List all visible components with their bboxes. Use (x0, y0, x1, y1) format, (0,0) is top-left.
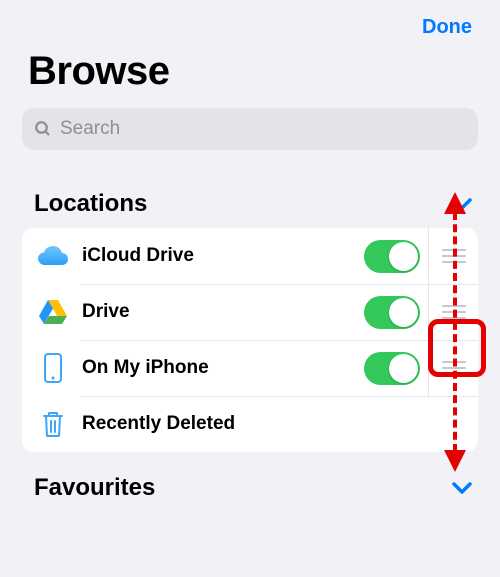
drag-handle[interactable] (428, 228, 478, 284)
google-drive-icon (36, 295, 70, 329)
done-button[interactable]: Done (422, 16, 472, 39)
locations-list: iCloud Drive Drive On My iPhone Recently… (22, 228, 478, 452)
favourites-header[interactable]: Favourites (0, 452, 500, 512)
search-icon (34, 120, 52, 138)
locations-label: Locations (34, 190, 147, 218)
drag-icon (442, 249, 466, 263)
icloud-icon (36, 239, 70, 273)
chevron-down-icon (452, 197, 472, 211)
favourites-label: Favourites (34, 474, 155, 502)
row-label: iCloud Drive (82, 245, 364, 267)
row-label: On My iPhone (82, 357, 364, 379)
drag-icon (442, 305, 466, 319)
toggle-switch[interactable] (364, 240, 420, 273)
list-item: iCloud Drive (22, 228, 478, 284)
list-item: On My iPhone (22, 340, 478, 396)
toggle-switch[interactable] (364, 296, 420, 329)
list-item: Drive (22, 284, 478, 340)
trash-icon (36, 407, 70, 441)
row-label: Drive (82, 301, 364, 323)
drag-handle[interactable] (428, 284, 478, 340)
locations-header[interactable]: Locations (0, 168, 500, 228)
search-placeholder: Search (60, 118, 120, 140)
drag-icon (442, 361, 466, 375)
toggle-switch[interactable] (364, 352, 420, 385)
iphone-icon (36, 351, 70, 385)
row-label: Recently Deleted (82, 413, 478, 435)
list-item[interactable]: Recently Deleted (22, 396, 478, 452)
drag-handle[interactable] (428, 340, 478, 396)
search-input[interactable]: Search (22, 108, 478, 150)
page-title: Browse (0, 49, 500, 108)
chevron-down-icon (452, 481, 472, 495)
